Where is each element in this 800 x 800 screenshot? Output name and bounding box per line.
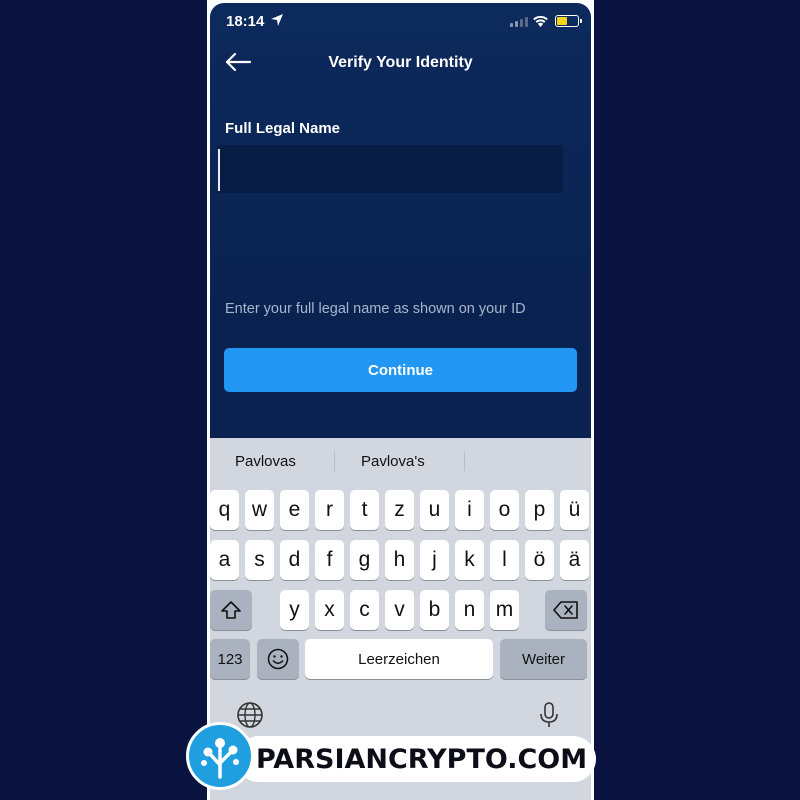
key-ü[interactable]: ü — [560, 490, 589, 530]
text-caret — [218, 149, 220, 191]
emoji-key[interactable] — [257, 639, 299, 679]
app-screen: 18:14 Verify Your Identity Full Legal Na… — [210, 3, 591, 800]
key-n[interactable]: n — [455, 590, 484, 630]
key-k[interactable]: k — [455, 540, 484, 580]
tree-logo-icon — [201, 738, 239, 779]
backspace-key[interactable] — [545, 590, 587, 630]
numbers-key[interactable]: 123 — [210, 639, 250, 679]
status-bar: 18:14 — [210, 3, 591, 39]
cellular-signal-icon — [510, 17, 528, 27]
key-ä[interactable]: ä — [560, 540, 589, 580]
microphone-icon[interactable] — [534, 700, 564, 730]
continue-button[interactable]: Continue — [224, 348, 577, 392]
key-v[interactable]: v — [385, 590, 414, 630]
suggestion-bar: Pavlovas Pavlova's — [210, 438, 591, 484]
battery-icon — [555, 15, 582, 27]
status-time: 18:14 — [226, 13, 265, 30]
key-s[interactable]: s — [245, 540, 274, 580]
suggestion-2[interactable]: Pavlova's — [361, 453, 425, 470]
key-t[interactable]: t — [350, 490, 379, 530]
key-m[interactable]: m — [490, 590, 519, 630]
suggestion-1[interactable]: Pavlovas — [235, 453, 296, 470]
key-x[interactable]: x — [315, 590, 344, 630]
wifi-icon — [533, 15, 548, 27]
full-name-input[interactable] — [218, 145, 563, 193]
key-l[interactable]: l — [490, 540, 519, 580]
helper-text: Enter your full legal name as shown on y… — [225, 301, 526, 317]
key-b[interactable]: b — [420, 590, 449, 630]
key-e[interactable]: e — [280, 490, 309, 530]
key-d[interactable]: d — [280, 540, 309, 580]
key-h[interactable]: h — [385, 540, 414, 580]
emoji-icon — [267, 648, 289, 670]
key-y[interactable]: y — [280, 590, 309, 630]
watermark-text: PARSIANCRYPTO.COM — [256, 744, 588, 775]
watermark-logo — [186, 722, 254, 790]
backspace-icon — [553, 601, 578, 619]
location-arrow-icon — [271, 14, 283, 26]
key-q[interactable]: q — [210, 490, 239, 530]
nav-header: Verify Your Identity — [210, 43, 591, 83]
key-r[interactable]: r — [315, 490, 344, 530]
battery-level — [557, 17, 567, 25]
key-j[interactable]: j — [420, 540, 449, 580]
shift-key[interactable] — [210, 590, 252, 630]
key-i[interactable]: i — [455, 490, 484, 530]
return-key[interactable]: Weiter — [500, 639, 587, 679]
key-z[interactable]: z — [385, 490, 414, 530]
key-ö[interactable]: ö — [525, 540, 554, 580]
key-u[interactable]: u — [420, 490, 449, 530]
key-a[interactable]: a — [210, 540, 239, 580]
shift-icon — [221, 601, 241, 619]
page-title: Verify Your Identity — [328, 54, 473, 71]
key-o[interactable]: o — [490, 490, 519, 530]
key-c[interactable]: c — [350, 590, 379, 630]
key-f[interactable]: f — [315, 540, 344, 580]
key-p[interactable]: p — [525, 490, 554, 530]
phone-frame: 18:14 Verify Your Identity Full Legal Na… — [207, 0, 594, 800]
key-w[interactable]: w — [245, 490, 274, 530]
space-key[interactable]: Leerzeichen — [305, 639, 493, 679]
suggestion-divider — [334, 451, 335, 471]
suggestion-divider — [464, 451, 465, 471]
key-g[interactable]: g — [350, 540, 379, 580]
full-name-label: Full Legal Name — [225, 120, 341, 137]
